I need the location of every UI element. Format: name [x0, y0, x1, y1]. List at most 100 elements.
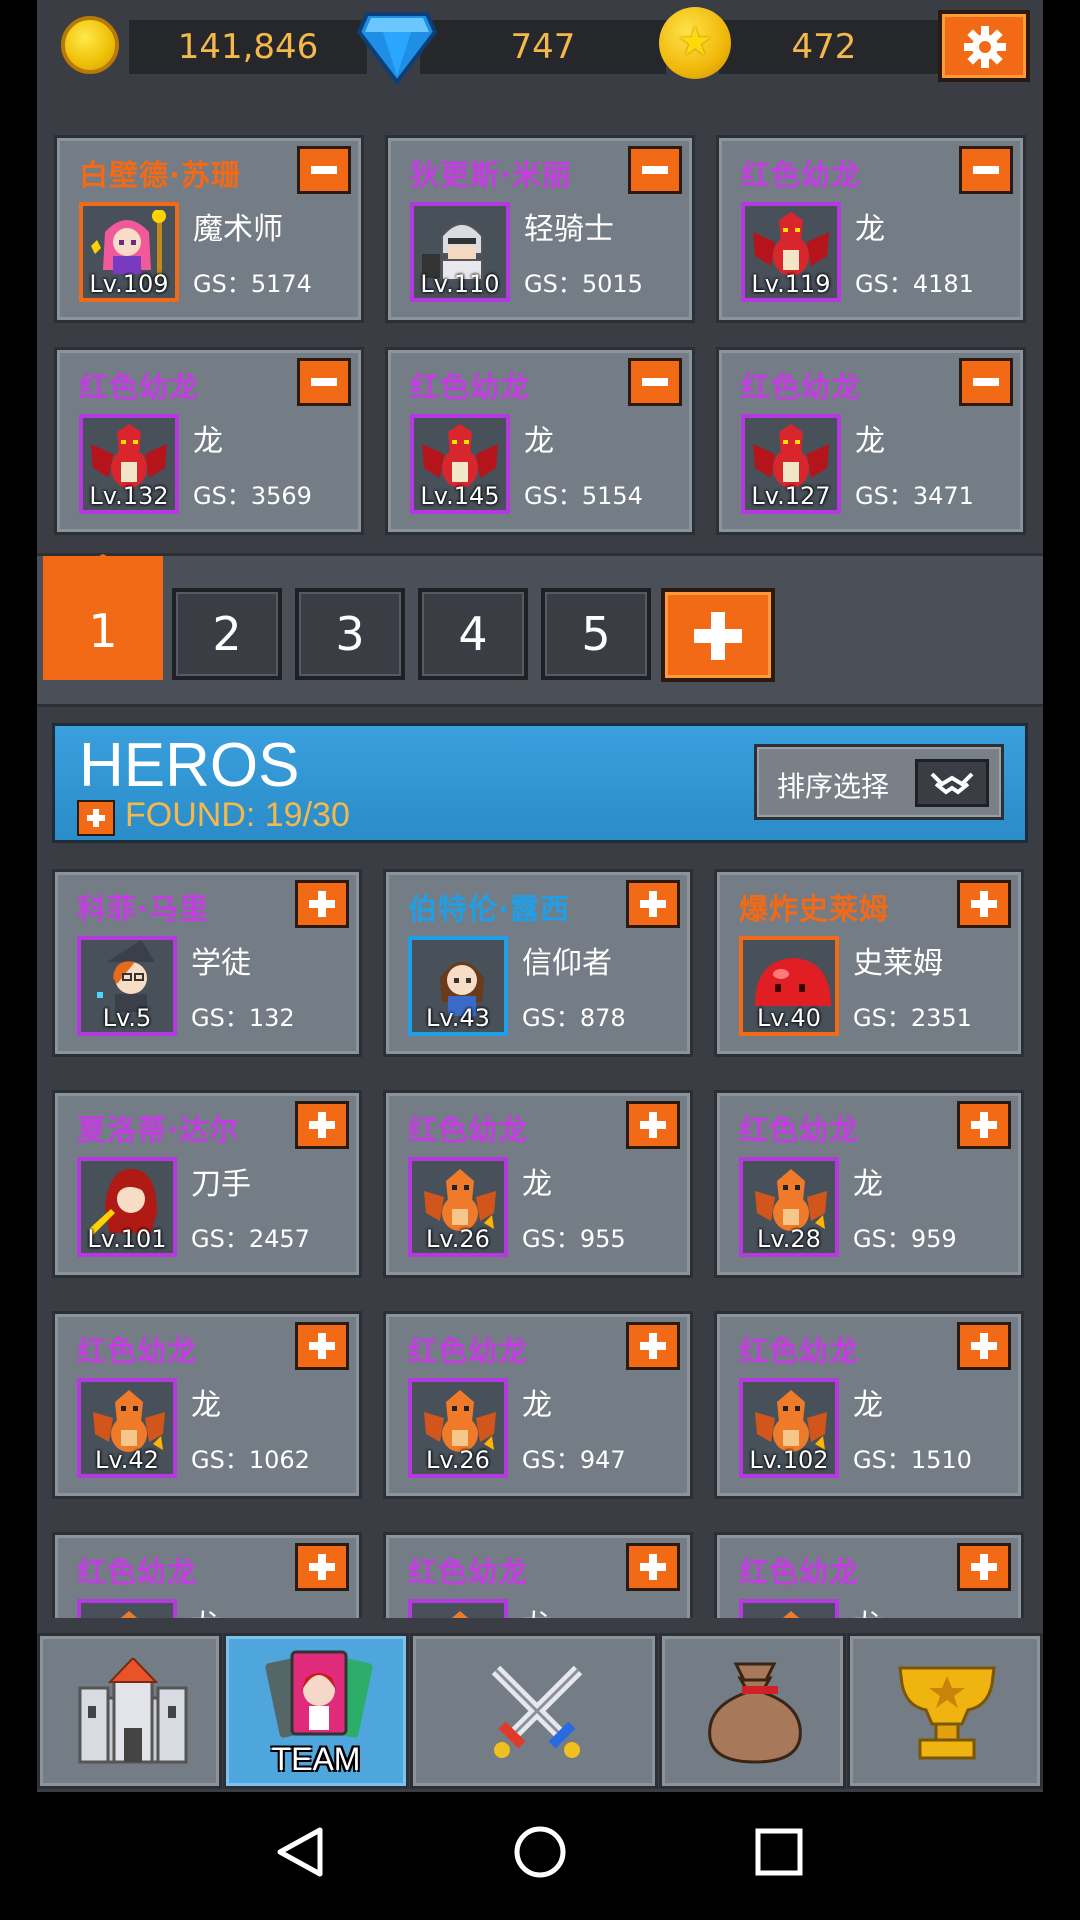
hero-card[interactable]: 红色幼龙龙 — [383, 1532, 693, 1618]
back-icon[interactable] — [276, 1826, 324, 1878]
hero-portrait: Lv.110 — [410, 202, 510, 302]
hero-portrait: Lv.109 — [79, 202, 179, 302]
hero-level: Lv.119 — [751, 270, 831, 298]
tab-5[interactable]: 5 — [541, 588, 651, 680]
system-nav-bar — [0, 1792, 1080, 1920]
plus-icon — [77, 800, 115, 836]
remove-from-team-button[interactable] — [297, 146, 351, 194]
home-icon[interactable] — [512, 1824, 568, 1880]
hero-portrait — [739, 1599, 839, 1618]
hero-gs: GS：5154 — [524, 482, 643, 510]
hero-card[interactable]: 伯特伦·露西 Lv.43 信仰者 GS：878 — [383, 869, 693, 1057]
hero-class: 魔术师 — [193, 212, 283, 247]
add-to-team-button[interactable] — [957, 1101, 1011, 1149]
team-member-card[interactable]: 红色幼龙 Lv.145 龙 GS：5154 — [385, 347, 695, 535]
hero-name: 红色幼龙 — [739, 1113, 860, 1147]
hero-card[interactable]: 红色幼龙 Lv.42 龙 GS：1062 — [52, 1311, 362, 1499]
hero-name: 伯特伦·露西 — [408, 892, 571, 926]
tab-3[interactable]: 3 — [295, 588, 405, 680]
hero-card[interactable]: 夏洛蒂·达尔 Lv.101 刀手 GS：2457 — [52, 1090, 362, 1278]
hero-level: Lv.110 — [420, 270, 500, 298]
game-screen: 141,846 747 ★ 472 白壁德·苏珊 Lv.109 魔术师 GS：5… — [37, 0, 1043, 1792]
hero-name: 白壁德·苏珊 — [79, 158, 242, 192]
team-member-card[interactable]: 红色幼龙 Lv.127 龙 GS：3471 — [716, 347, 1026, 535]
hero-class: 龙 — [191, 1388, 221, 1423]
add-to-team-button[interactable] — [626, 1101, 680, 1149]
add-to-team-button[interactable] — [957, 1543, 1011, 1591]
gold-amount: 141,846 — [177, 27, 319, 67]
remove-from-team-button[interactable] — [628, 146, 682, 194]
hero-portrait: Lv.42 — [77, 1378, 177, 1478]
hero-gs: GS：3471 — [855, 482, 974, 510]
hero-portrait: Lv.28 — [739, 1157, 839, 1257]
add-team-button[interactable] — [661, 588, 775, 682]
add-to-team-button[interactable] — [295, 880, 349, 928]
sort-button[interactable]: 排序选择 — [754, 744, 1004, 820]
team-member-card[interactable]: 红色幼龙 Lv.132 龙 GS：3569 — [54, 347, 364, 535]
hero-name: 爆炸史莱姆 — [739, 892, 890, 926]
hero-card[interactable]: 红色幼龙 Lv.26 龙 GS：955 — [383, 1090, 693, 1278]
team-tabs: 1 2 3 4 5 — [37, 553, 1043, 707]
hero-card[interactable]: 红色幼龙龙 — [714, 1532, 1024, 1618]
battle-nav-button[interactable] — [410, 1633, 658, 1789]
currency-bar: 141,846 747 ★ 472 — [37, 0, 1043, 108]
trophy-nav-button[interactable] — [847, 1633, 1043, 1789]
settings-button[interactable] — [938, 10, 1030, 82]
team-nav-button[interactable]: TEAM — [223, 1633, 409, 1789]
hero-portrait: Lv.26 — [408, 1157, 508, 1257]
add-to-team-button[interactable] — [295, 1101, 349, 1149]
add-to-team-button[interactable] — [957, 1322, 1011, 1370]
heroes-list[interactable]: 科菲·马里 Lv.5 学徒 GS：132 伯特伦·露西 Lv.43 信仰者 GS：878 爆炸史… — [37, 858, 1043, 1618]
hero-level: Lv.145 — [420, 482, 500, 510]
tab-2[interactable]: 2 — [172, 588, 282, 680]
team-member-card[interactable]: 狄更斯·米丽 Lv.110 轻骑士 GS：5015 — [385, 135, 695, 323]
hero-card[interactable]: 红色幼龙龙 — [52, 1532, 362, 1618]
hero-level: Lv.26 — [426, 1446, 490, 1474]
team-panel: 白壁德·苏珊 Lv.109 魔术师 GS：5174 狄更斯·米丽 Lv.110 轻骑士 GS：… — [37, 108, 1043, 553]
hero-card[interactable]: 红色幼龙 Lv.28 龙 GS：959 — [714, 1090, 1024, 1278]
add-to-team-button[interactable] — [626, 1322, 680, 1370]
hero-portrait — [408, 1599, 508, 1618]
hero-card[interactable]: 科菲·马里 Lv.5 学徒 GS：132 — [52, 869, 362, 1057]
castle-icon — [78, 1658, 188, 1764]
hero-class: 轻骑士 — [524, 212, 614, 247]
recents-icon[interactable] — [754, 1827, 804, 1877]
heros-header: HEROS FOUND: 19/30 排序选择 — [52, 723, 1028, 843]
hero-gs: GS：955 — [522, 1225, 626, 1253]
add-to-team-button[interactable] — [295, 1322, 349, 1370]
hero-level: Lv.42 — [95, 1446, 159, 1474]
hero-name: 科菲·马里 — [77, 892, 210, 926]
hero-portrait — [77, 1599, 177, 1618]
hero-portrait: Lv.119 — [741, 202, 841, 302]
bag-nav-button[interactable] — [659, 1633, 846, 1789]
hero-level: Lv.109 — [89, 270, 169, 298]
castle-nav-button[interactable] — [37, 1633, 222, 1789]
add-to-team-button[interactable] — [626, 880, 680, 928]
hero-gs: GS：947 — [522, 1446, 626, 1474]
hero-level: Lv.101 — [87, 1225, 167, 1253]
remove-from-team-button[interactable] — [959, 146, 1013, 194]
sort-toggle[interactable] — [915, 759, 989, 807]
add-to-team-button[interactable] — [295, 1543, 349, 1591]
hero-portrait: Lv.132 — [79, 414, 179, 514]
tab-1[interactable]: 1 — [43, 554, 163, 680]
tab-4[interactable]: 4 — [418, 588, 528, 680]
remove-from-team-button[interactable] — [297, 358, 351, 406]
hero-gs: GS：2457 — [191, 1225, 310, 1253]
hero-card[interactable]: 爆炸史莱姆 Lv.40 史莱姆 GS：2351 — [714, 869, 1024, 1057]
hero-name: 红色幼龙 — [77, 1555, 198, 1589]
hero-level: Lv.40 — [757, 1004, 821, 1032]
remove-from-team-button[interactable] — [628, 358, 682, 406]
hero-class: 龙 — [522, 1167, 552, 1202]
hero-card[interactable]: 红色幼龙 Lv.102 龙 GS：1510 — [714, 1311, 1024, 1499]
hero-name: 红色幼龙 — [410, 370, 531, 404]
hero-card[interactable]: 红色幼龙 Lv.26 龙 GS：947 — [383, 1311, 693, 1499]
team-member-card[interactable]: 白壁德·苏珊 Lv.109 魔术师 GS：5174 — [54, 135, 364, 323]
remove-from-team-button[interactable] — [959, 358, 1013, 406]
add-to-team-button[interactable] — [957, 880, 1011, 928]
hero-portrait: Lv.127 — [741, 414, 841, 514]
add-to-team-button[interactable] — [626, 1543, 680, 1591]
team-member-card[interactable]: 红色幼龙 Lv.119 龙 GS：4181 — [716, 135, 1026, 323]
hero-gs: GS：878 — [522, 1004, 626, 1032]
hero-level: Lv.26 — [426, 1225, 490, 1253]
